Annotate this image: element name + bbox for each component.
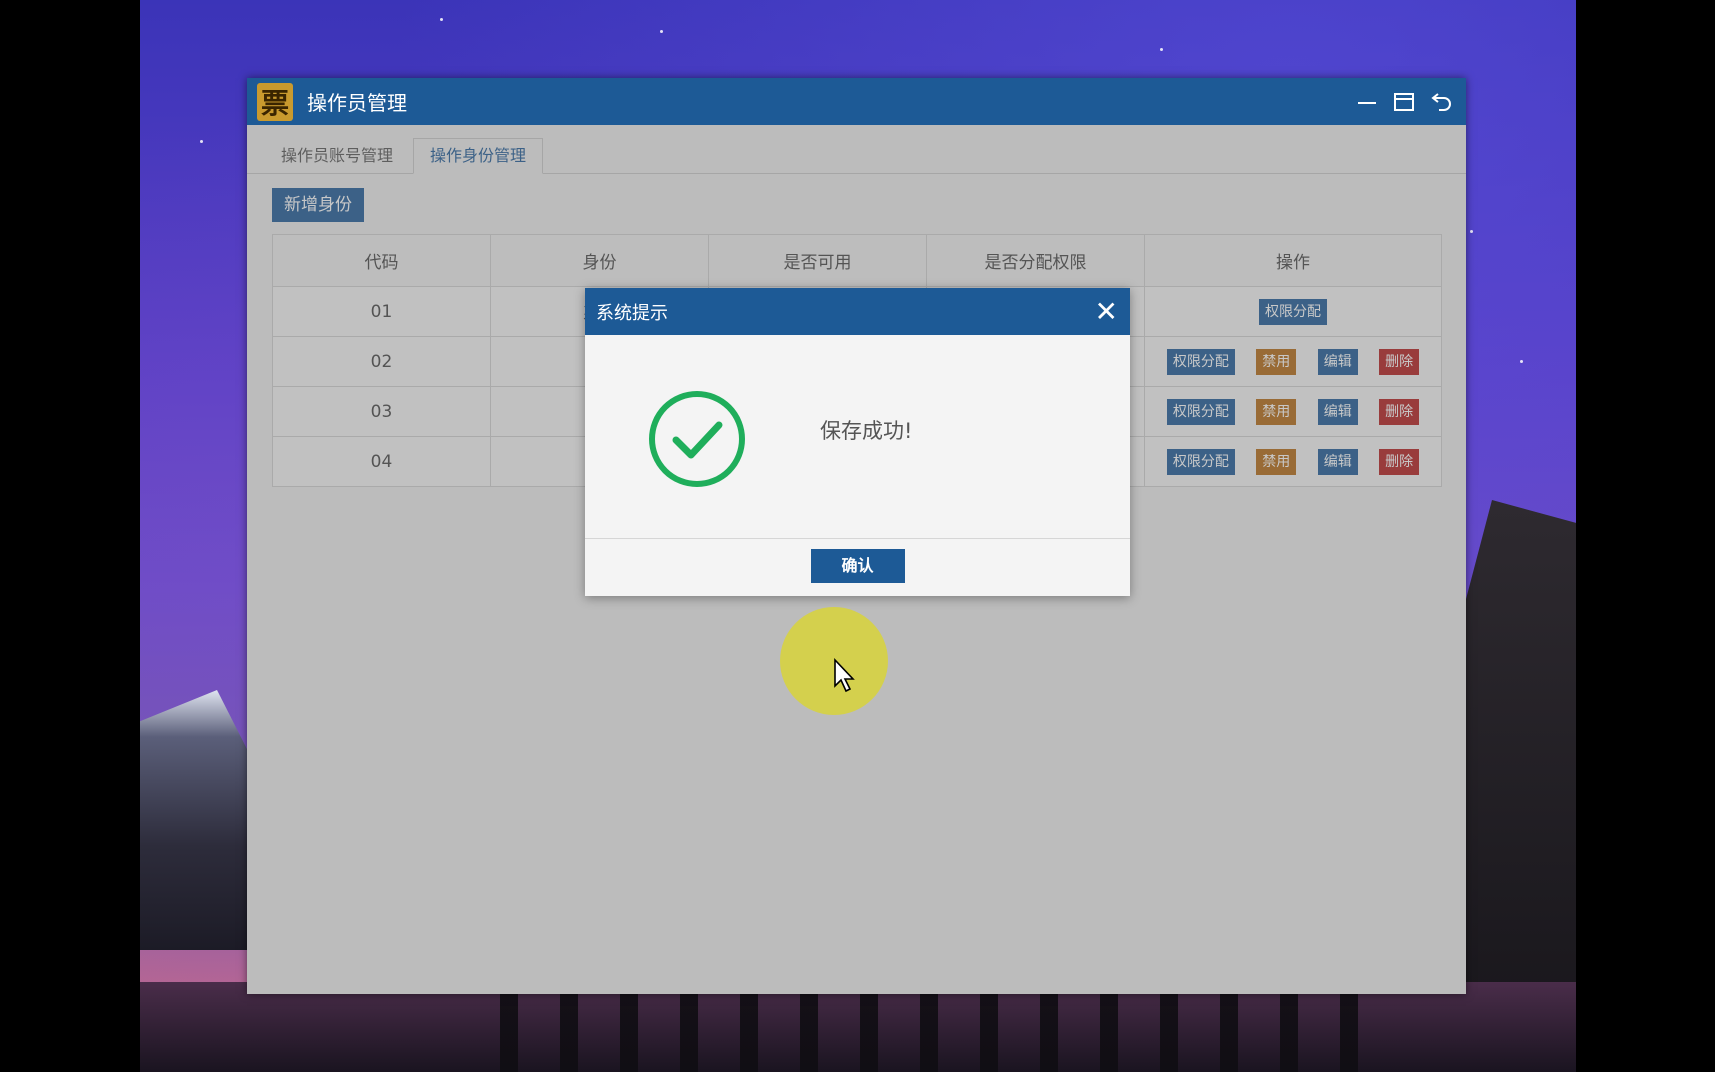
check-circle-icon [649, 391, 745, 487]
minimize-icon[interactable] [1356, 91, 1378, 113]
app-logo: 票 [257, 82, 293, 121]
dialog-title: 系统提示 [596, 302, 668, 324]
star [660, 30, 663, 33]
title-bar: 票 操作员管理 [247, 78, 1466, 125]
confirm-button[interactable]: 确认 [810, 549, 905, 583]
back-icon[interactable] [1430, 91, 1452, 113]
star [1160, 48, 1163, 51]
star [440, 18, 443, 21]
window-controls [1356, 91, 1452, 113]
dialog-footer: 确认 [585, 539, 1130, 583]
window-title: 操作员管理 [307, 91, 407, 115]
mouse-pointer-icon [834, 658, 855, 693]
dialog-message: 保存成功! [820, 419, 913, 443]
star [200, 140, 203, 143]
dialog-body: 保存成功! [585, 335, 1130, 539]
close-icon[interactable]: ✕ [1095, 297, 1118, 326]
star [1520, 360, 1523, 363]
star [1470, 230, 1473, 233]
system-prompt-dialog: 系统提示 ✕ 保存成功! 确认 [585, 288, 1130, 596]
mountain-left [140, 690, 250, 950]
maximize-icon[interactable] [1394, 92, 1414, 111]
tree-silhouettes [500, 982, 1400, 1072]
dialog-header: 系统提示 ✕ [585, 288, 1130, 335]
